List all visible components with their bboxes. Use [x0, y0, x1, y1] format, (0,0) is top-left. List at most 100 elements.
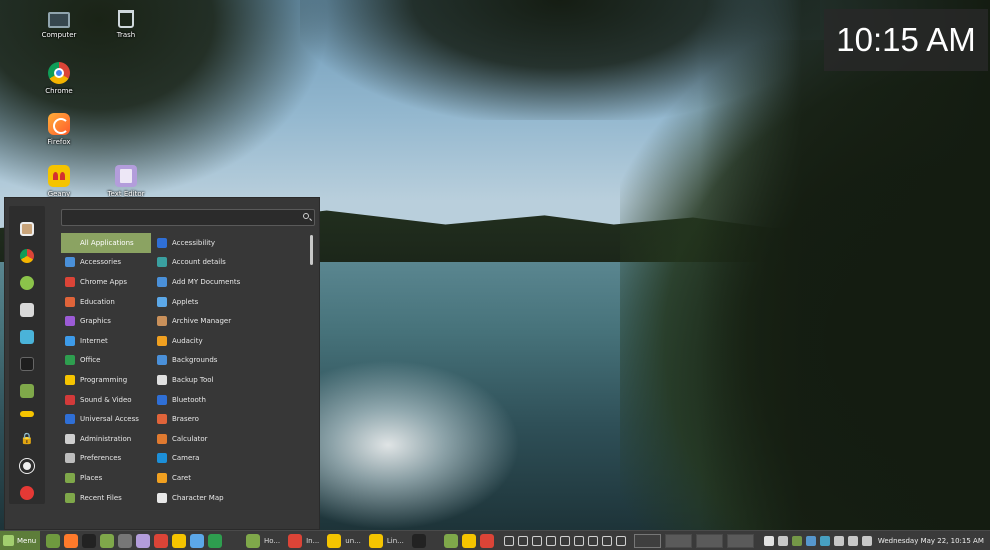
menu-category-item[interactable]: Office — [61, 351, 151, 371]
lock-icon[interactable]: 🔒 — [20, 432, 34, 446]
camera-icon — [157, 453, 167, 464]
texteditor-icon[interactable] — [136, 533, 150, 548]
window-button[interactable]: In... — [285, 532, 322, 550]
workspace-4[interactable] — [726, 533, 754, 548]
settings-icon[interactable] — [20, 303, 34, 317]
monitor-icon[interactable] — [545, 535, 556, 546]
workspace-1[interactable] — [633, 533, 661, 548]
firefox-icon[interactable] — [64, 533, 78, 548]
menu-app-item[interactable]: Backup Tool — [155, 370, 307, 390]
update-icon[interactable] — [763, 535, 774, 546]
menu-category-item[interactable]: Graphics — [61, 311, 151, 331]
menu-search-box[interactable] — [61, 209, 315, 226]
menu-app-item[interactable]: Add MY Documents — [155, 272, 307, 292]
menu-category-item[interactable]: Administration — [61, 429, 151, 449]
menu-app-item[interactable]: Applets — [155, 292, 307, 312]
screenshot-icon[interactable] — [573, 535, 584, 546]
window-button[interactable]: Lin... — [366, 532, 407, 550]
menu-app-item[interactable]: Backgrounds — [155, 351, 307, 371]
files-icon[interactable] — [100, 533, 114, 548]
geany-icon[interactable] — [172, 533, 186, 548]
files-icon[interactable] — [443, 533, 458, 548]
geany-icon[interactable] — [20, 411, 34, 417]
menu-search-input[interactable] — [62, 210, 292, 225]
menu-category-item[interactable]: Sound & Video — [61, 390, 151, 410]
menu-category-item[interactable]: Places — [61, 468, 151, 488]
workspace-3[interactable] — [695, 533, 723, 548]
system-icon[interactable] — [20, 330, 34, 344]
green-app-icon[interactable] — [20, 276, 34, 290]
menu-app-item[interactable]: Archive Manager — [155, 311, 307, 331]
desktop-icon-text-editor[interactable]: Text Editor — [96, 165, 156, 198]
user-icon[interactable] — [861, 535, 872, 546]
display-icon[interactable] — [587, 535, 598, 546]
chrome-icon[interactable] — [20, 249, 34, 263]
volume-icon[interactable] — [847, 535, 858, 546]
menu-category-item[interactable]: Accessories — [61, 253, 151, 273]
terminal-icon[interactable] — [82, 533, 96, 548]
menu-app-item[interactable]: Camera — [155, 449, 307, 469]
window-button[interactable] — [409, 532, 433, 550]
menu-app-item[interactable]: Calculator — [155, 429, 307, 449]
desktop-icon-geany[interactable]: Geany — [29, 165, 89, 198]
window-button[interactable]: Ho... — [243, 532, 283, 550]
menu-category-item[interactable]: Education — [61, 292, 151, 312]
trash-icon — [118, 10, 134, 28]
application-list-scrollbar[interactable] — [310, 235, 313, 265]
clock-icon[interactable] — [531, 535, 542, 546]
desktop-icon-firefox[interactable]: Firefox — [29, 113, 89, 146]
sound-video-icon — [65, 394, 75, 405]
show-desktop-icon[interactable] — [46, 533, 60, 548]
menu-app-item[interactable]: Brasero — [155, 409, 307, 429]
menu-button[interactable]: Menu — [0, 530, 40, 550]
menu-category-item[interactable]: Recent Files — [61, 488, 151, 508]
terminal-icon[interactable] — [20, 357, 34, 371]
app-icon[interactable] — [20, 222, 34, 236]
workspace-2[interactable] — [664, 533, 692, 548]
menu-category-item[interactable]: All Applications — [61, 233, 151, 253]
menu-category-label: All Applications — [80, 238, 134, 247]
menu-category-item[interactable]: Preferences — [61, 449, 151, 469]
menu-category-item[interactable]: Universal Access — [61, 409, 151, 429]
close-icon[interactable] — [601, 535, 612, 546]
app-tray-icon[interactable] — [819, 535, 830, 546]
shield-icon[interactable] — [791, 535, 802, 546]
menu-category-item[interactable]: Chrome Apps — [61, 272, 151, 292]
bluetooth-icon[interactable] — [805, 535, 816, 546]
application-menu: 🔒 All Applications Accessories Chrome Apps… — [4, 197, 320, 530]
menu-app-label: Brasero — [172, 415, 199, 424]
window-button[interactable]: un... — [324, 532, 364, 550]
chrome-icon[interactable] — [154, 533, 168, 548]
menu-app-item[interactable]: Audacity — [155, 331, 307, 351]
settings-icon[interactable] — [118, 533, 132, 548]
menu-app-item[interactable]: Caret — [155, 468, 307, 488]
power-icon[interactable] — [20, 486, 34, 500]
document-icon[interactable] — [190, 533, 204, 548]
geany-icon[interactable] — [461, 533, 476, 548]
menu-app-label: Camera — [172, 454, 200, 463]
accessibility-icon — [157, 237, 167, 248]
character-map-icon — [157, 492, 167, 503]
menu-category-item[interactable]: Programming — [61, 370, 151, 390]
dropbox-icon[interactable] — [777, 535, 788, 546]
desktop-icon-chrome[interactable]: Chrome — [29, 62, 89, 95]
expand-icon[interactable] — [503, 535, 514, 546]
menu-app-item[interactable]: Account details — [155, 253, 307, 273]
menu-app-item[interactable]: Accessibility — [155, 233, 307, 253]
desktop-icon-trash[interactable]: Trash — [96, 8, 156, 39]
dots-icon[interactable] — [559, 535, 570, 546]
undo-icon[interactable] — [615, 535, 626, 546]
logout-icon[interactable] — [19, 458, 35, 474]
spreadsheet-icon[interactable] — [208, 533, 222, 548]
menu-category-label: Preferences — [80, 454, 122, 463]
panel-datetime[interactable]: Wednesday May 22, 10:15 AM — [878, 537, 984, 545]
files-icon[interactable] — [20, 384, 34, 398]
menu-category-item[interactable]: Internet — [61, 331, 151, 351]
grid-icon[interactable] — [517, 535, 528, 546]
menu-app-item[interactable]: Character Map — [155, 488, 307, 508]
desktop-icon-computer[interactable]: Computer — [29, 8, 89, 39]
menu-app-label: Bluetooth — [172, 395, 206, 404]
network-icon[interactable] — [833, 535, 844, 546]
menu-app-item[interactable]: Bluetooth — [155, 390, 307, 410]
chrome-icon[interactable] — [479, 533, 494, 548]
